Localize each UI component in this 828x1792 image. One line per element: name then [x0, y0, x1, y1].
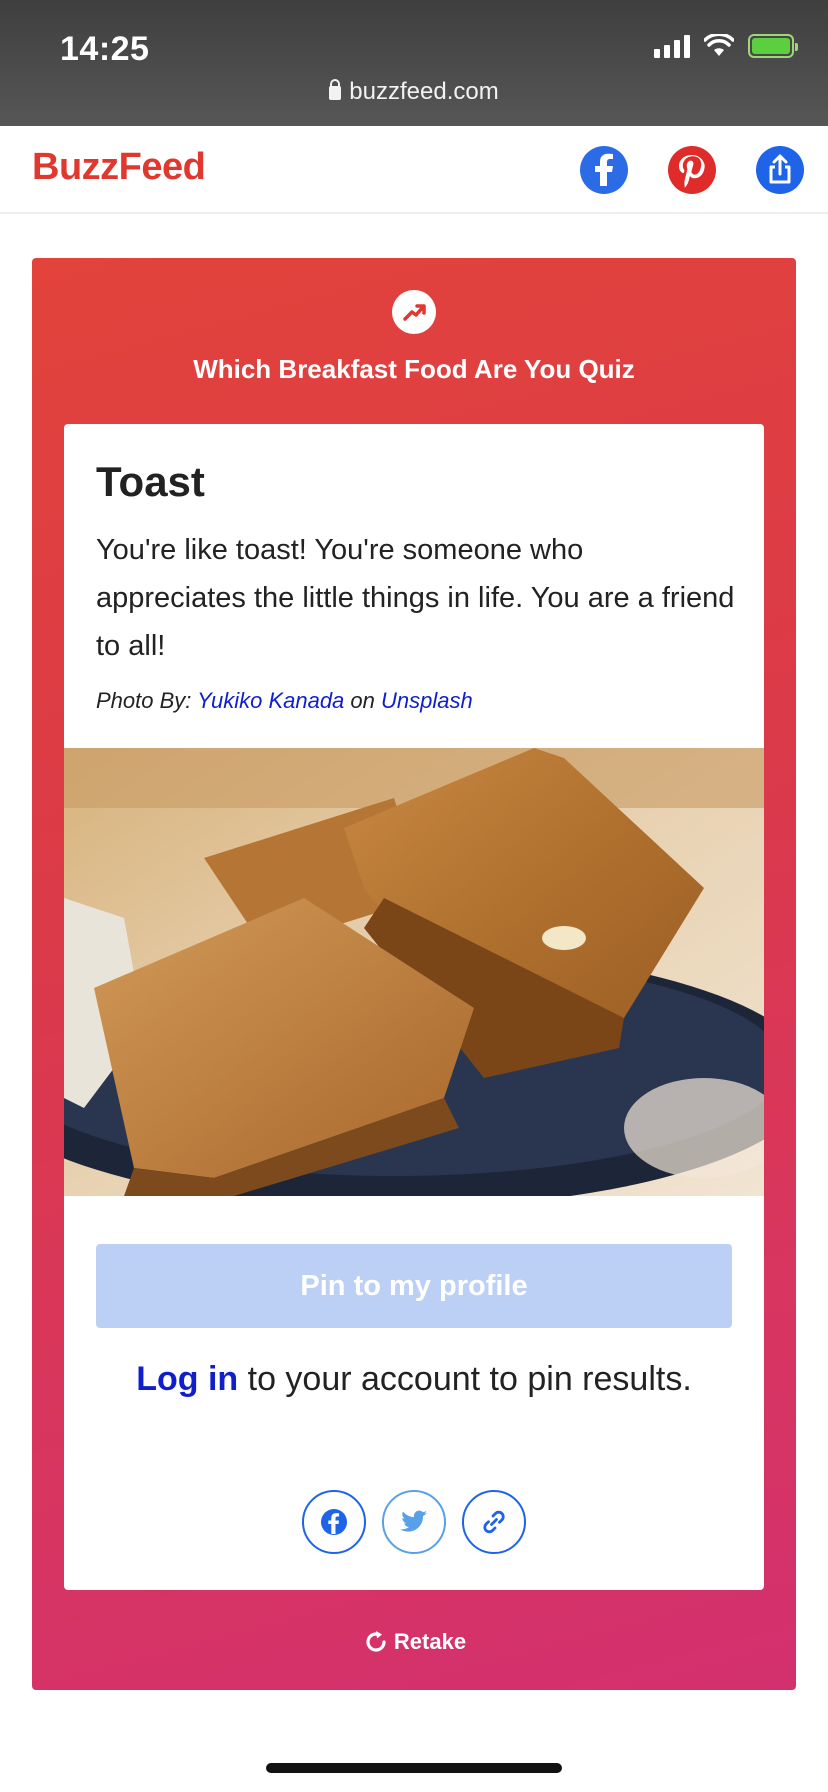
retake-button[interactable]: Retake	[32, 1628, 796, 1656]
result-title: Toast	[96, 458, 205, 505]
pinterest-icon	[679, 155, 705, 188]
facebook-share-button[interactable]	[580, 146, 628, 194]
site-header: BuzzFeed	[0, 126, 828, 214]
login-prompt-text: to your account to pin results.	[238, 1360, 692, 1398]
login-link[interactable]: Log in	[136, 1360, 238, 1398]
result-description: You're like toast! You're someone who ap…	[96, 534, 735, 662]
facebook-icon	[321, 1509, 347, 1535]
credit-site-link[interactable]: Unsplash	[381, 688, 473, 713]
link-icon	[483, 1510, 505, 1534]
trending-icon	[403, 304, 426, 321]
trending-badge	[392, 290, 436, 334]
retake-label: Retake	[393, 1629, 467, 1654]
credit-author-link[interactable]: Yukiko Kanada	[197, 688, 344, 713]
battery-icon	[748, 34, 798, 58]
status-time: 14:25	[60, 30, 150, 68]
photo-credit: Photo By: Yukiko Kanada on Unsplash	[96, 688, 473, 714]
twitter-icon	[400, 1510, 427, 1532]
header-share-icons	[580, 146, 804, 194]
wifi-icon	[704, 34, 734, 56]
status-icons	[654, 34, 798, 58]
result-share-buttons	[302, 1490, 526, 1554]
home-indicator[interactable]	[266, 1763, 562, 1773]
address-bar[interactable]: buzzfeed.com	[0, 78, 828, 106]
quiz-title[interactable]: Which Breakfast Food Are You Quiz	[32, 354, 796, 385]
url-text: buzzfeed.com	[349, 78, 499, 105]
facebook-icon	[595, 153, 613, 186]
buzzfeed-logo[interactable]: BuzzFeed	[32, 146, 206, 189]
result-panel: Toast You're like toast! You're someone …	[64, 424, 764, 1590]
signal-icon	[654, 34, 690, 58]
lock-icon	[329, 79, 342, 100]
share-icon	[769, 154, 791, 184]
quiz-result-card: Which Breakfast Food Are You Quiz Toast …	[32, 258, 796, 1690]
share-facebook-button[interactable]	[302, 1490, 366, 1554]
result-photo-toast	[64, 748, 764, 1196]
pin-to-profile-button[interactable]: Pin to my profile	[96, 1244, 732, 1328]
login-prompt: Log in to your account to pin results.	[64, 1360, 764, 1399]
retake-icon	[366, 1631, 386, 1652]
native-share-button[interactable]	[756, 146, 804, 194]
browser-status-bar: 14:25 buzzfeed.com	[0, 0, 828, 126]
credit-on: on	[350, 688, 375, 713]
share-twitter-button[interactable]	[382, 1490, 446, 1554]
copy-link-button[interactable]	[462, 1490, 526, 1554]
pinterest-share-button[interactable]	[668, 146, 716, 194]
credit-prefix: Photo By:	[96, 688, 192, 713]
